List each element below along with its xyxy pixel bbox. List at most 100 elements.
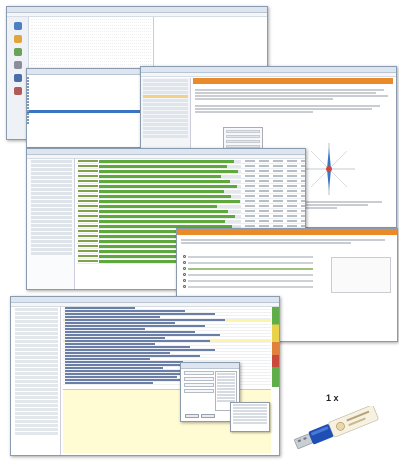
progress-track <box>99 175 241 178</box>
progress-fill <box>99 210 229 213</box>
row-values <box>245 215 305 217</box>
option-field[interactable] <box>184 389 214 393</box>
row-values <box>245 225 305 227</box>
option-field[interactable] <box>184 371 214 375</box>
tool-icon[interactable] <box>13 87 22 95</box>
progress-track <box>99 220 241 223</box>
answer-option[interactable] <box>183 273 313 276</box>
row-label <box>78 220 98 222</box>
outline-row-text <box>65 331 195 333</box>
progress-fill <box>99 180 230 183</box>
progress-track <box>99 160 241 163</box>
row-label <box>78 195 98 197</box>
radio-button[interactable] <box>183 279 186 282</box>
answer-option[interactable] <box>183 279 313 282</box>
progress-track <box>99 210 241 213</box>
outline-tree[interactable] <box>11 307 61 455</box>
home-icon[interactable] <box>13 22 22 30</box>
progress-track <box>99 215 241 218</box>
progress-track <box>99 200 241 203</box>
radio-button[interactable] <box>183 255 186 258</box>
option-text <box>188 268 313 270</box>
form-field[interactable] <box>226 135 260 138</box>
document-heading <box>193 78 393 84</box>
category-tree[interactable] <box>27 159 75 289</box>
answer-option[interactable] <box>183 255 313 258</box>
copy-icon[interactable] <box>13 48 22 56</box>
row-label <box>78 225 98 227</box>
progress-fill <box>99 175 222 178</box>
row-label <box>78 205 98 207</box>
outline-row-text <box>65 346 190 348</box>
row-label <box>78 175 98 177</box>
compass-icon <box>303 143 355 195</box>
folder-icon[interactable] <box>13 35 22 43</box>
outline-row-text <box>65 343 155 345</box>
row-label <box>78 245 98 247</box>
outline-row-text <box>65 358 150 360</box>
progress-fill <box>99 205 217 208</box>
radio-button[interactable] <box>183 261 186 264</box>
option-field[interactable] <box>184 383 214 387</box>
dropdown-menu[interactable] <box>230 402 270 432</box>
quantity-label: 1 x <box>326 393 339 403</box>
progress-fill <box>99 190 224 193</box>
progress-fill <box>99 170 239 173</box>
progress-track <box>99 170 241 173</box>
radio-button[interactable] <box>183 285 186 288</box>
answer-option[interactable] <box>183 285 313 288</box>
row-label <box>78 215 98 217</box>
option-text <box>188 256 313 258</box>
option-field[interactable] <box>184 377 214 381</box>
row-label <box>78 170 98 172</box>
radio-button[interactable] <box>183 273 186 276</box>
progress-track <box>99 180 241 183</box>
row-label <box>78 235 98 237</box>
cancel-button[interactable] <box>201 414 215 418</box>
row-label <box>78 200 98 202</box>
gear-icon[interactable] <box>13 61 22 69</box>
result-panel <box>331 257 391 293</box>
row-values <box>245 205 305 207</box>
row-label <box>78 240 98 242</box>
outline-row-text <box>65 328 145 330</box>
form-field[interactable] <box>226 140 260 143</box>
question-title-bar <box>177 229 397 235</box>
row-label <box>78 250 98 252</box>
option-text <box>188 280 313 282</box>
row-label <box>78 260 98 262</box>
outline-row-text <box>65 376 177 378</box>
outline-row-text <box>65 337 165 339</box>
progress-track <box>99 185 241 188</box>
outline-row-text <box>65 361 183 363</box>
question-text <box>181 239 393 245</box>
row-values <box>245 190 305 192</box>
progress-fill <box>99 195 232 198</box>
option-text <box>188 262 313 264</box>
option-text <box>188 286 313 288</box>
answer-option[interactable] <box>183 267 313 270</box>
ok-button[interactable] <box>185 414 199 418</box>
progress-fill <box>99 185 237 188</box>
progress-fill <box>99 220 226 223</box>
row-values <box>245 180 305 182</box>
row-label <box>78 190 98 192</box>
form-field[interactable] <box>226 130 260 133</box>
row-values <box>245 175 305 177</box>
radio-button[interactable] <box>183 267 186 270</box>
progress-track <box>99 165 241 168</box>
answer-option[interactable] <box>183 261 313 264</box>
outline-row-text <box>65 313 215 315</box>
row-values <box>245 185 305 187</box>
row-values <box>245 210 305 212</box>
row-label <box>78 185 98 187</box>
progress-track <box>99 205 241 208</box>
row-label <box>78 180 98 182</box>
row-label <box>78 160 98 162</box>
row-values <box>245 220 305 222</box>
progress-fill <box>99 165 227 168</box>
progress-fill <box>99 215 236 218</box>
progress-track <box>99 195 241 198</box>
row-values <box>245 200 305 202</box>
user-icon[interactable] <box>13 74 22 82</box>
